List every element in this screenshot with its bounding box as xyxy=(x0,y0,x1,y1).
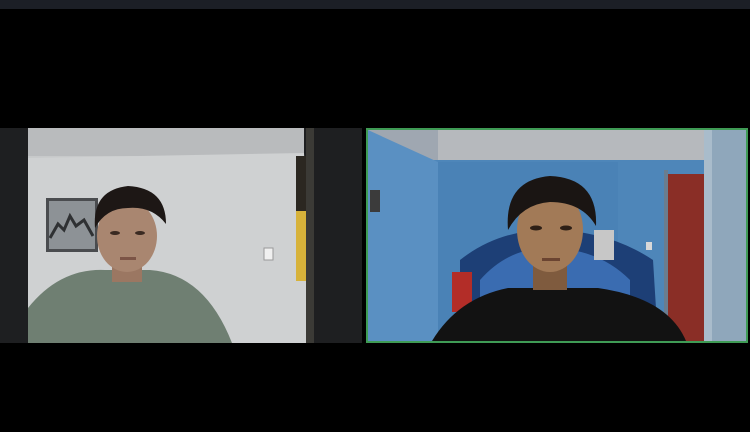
window-top-bar xyxy=(0,0,750,9)
participant-video-feed xyxy=(0,128,362,343)
participant-video-feed xyxy=(368,130,746,341)
meeting-gallery-view xyxy=(0,9,750,432)
participant-video-tile-1[interactable] xyxy=(0,128,362,343)
participant-video-tile-2-active-speaker[interactable] xyxy=(366,128,748,343)
